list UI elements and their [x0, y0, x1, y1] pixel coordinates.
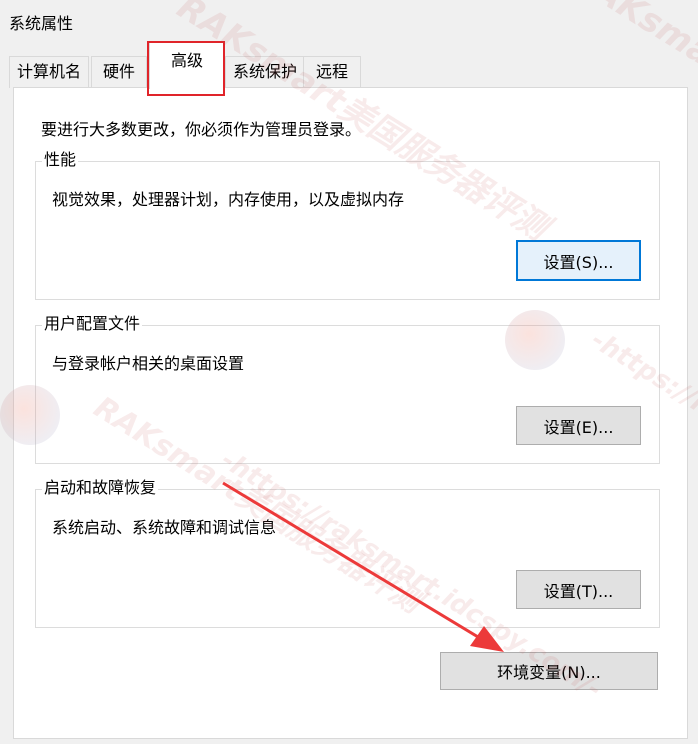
tab-bar: 计算机名 硬件 高级 系统保护 远程 — [9, 40, 529, 89]
tab-remote[interactable]: 远程 — [303, 56, 361, 88]
performance-settings-button[interactable]: 设置(S)... — [516, 240, 641, 281]
admin-notice: 要进行大多数更改，你必须作为管理员登录。 — [41, 120, 362, 139]
performance-group-title: 性能 — [42, 149, 79, 171]
user-profiles-settings-button[interactable]: 设置(E)... — [516, 406, 641, 445]
user-profiles-description: 与登录帐户相关的桌面设置 — [52, 354, 245, 373]
window-title: 系统属性 — [9, 14, 74, 33]
tab-computer-name[interactable]: 计算机名 — [9, 56, 89, 88]
startup-recovery-group: 启动和故障恢复 系统启动、系统故障和调试信息 设置(T)... — [35, 477, 660, 628]
startup-recovery-settings-button[interactable]: 设置(T)... — [516, 570, 641, 609]
tab-hardware[interactable]: 硬件 — [91, 56, 147, 88]
startup-recovery-group-title: 启动和故障恢复 — [42, 477, 159, 499]
user-profiles-group-title: 用户配置文件 — [42, 313, 143, 335]
tab-advanced[interactable]: 高级 — [149, 42, 225, 89]
tab-system-protection[interactable]: 系统保护 — [225, 56, 305, 88]
startup-recovery-description: 系统启动、系统故障和调试信息 — [52, 518, 277, 537]
performance-description: 视觉效果，处理器计划，内存使用，以及虚拟内存 — [52, 190, 405, 209]
environment-variables-button[interactable]: 环境变量(N)... — [440, 652, 658, 690]
user-profiles-group: 用户配置文件 与登录帐户相关的桌面设置 设置(E)... — [35, 313, 660, 464]
performance-group: 性能 视觉效果，处理器计划，内存使用，以及虚拟内存 设置(S)... — [35, 149, 660, 300]
